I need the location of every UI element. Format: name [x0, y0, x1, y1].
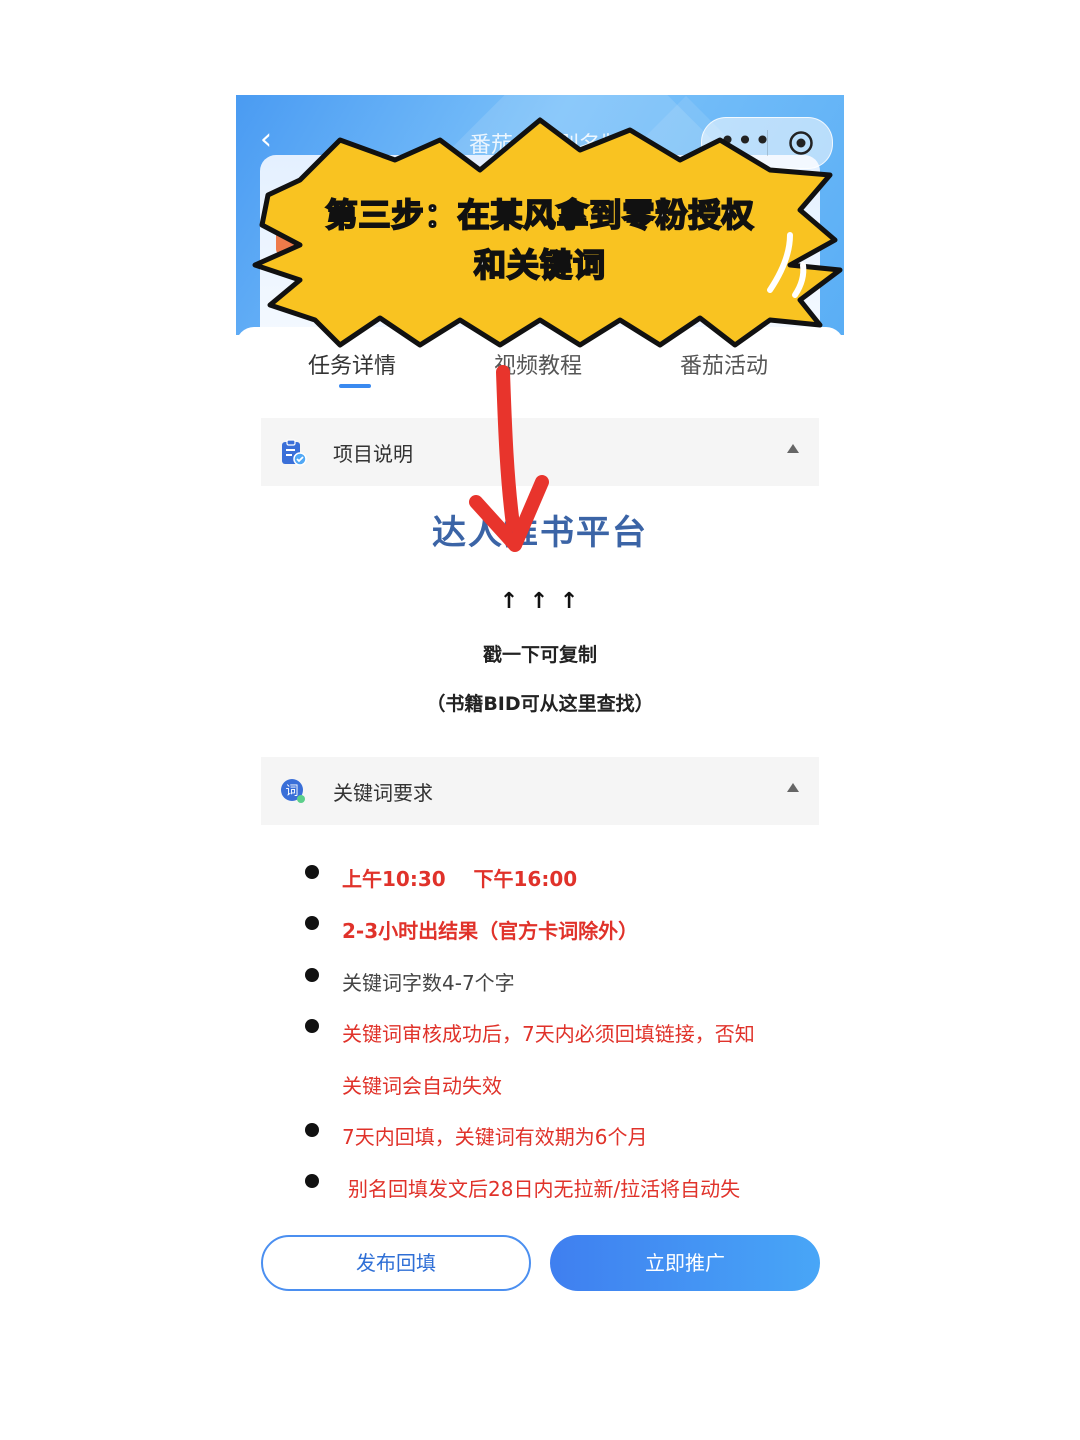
- mini-program-capsule: •••: [701, 117, 833, 169]
- section-keyword-requirements[interactable]: 词 关键词要求: [261, 757, 819, 825]
- back-icon[interactable]: ‹: [260, 125, 282, 155]
- tab-active-indicator: [339, 384, 371, 388]
- tab-tomato-activity[interactable]: 番茄活动: [680, 348, 768, 380]
- section-label: 关键词要求: [333, 781, 433, 805]
- collapse-caret-icon[interactable]: [787, 444, 799, 453]
- bullet: [305, 968, 319, 982]
- close-target-icon[interactable]: [788, 130, 814, 156]
- publish-backfill-button[interactable]: 发布回填: [261, 1235, 531, 1291]
- bullet: [305, 1123, 319, 1137]
- callout-line-1: 第三步：在某风拿到零粉授权: [324, 195, 755, 235]
- copy-tip: 戳一下可复制: [482, 644, 597, 666]
- section-label: 项目说明: [333, 442, 413, 466]
- up-arrows: ↑ ↑ ↑: [499, 589, 581, 614]
- clipboard-icon: [282, 439, 307, 466]
- tab-task-details[interactable]: 任务详情: [308, 348, 396, 380]
- keyword-req-alias: 别名回填发文后28日内无拉新/拉活将自动失: [348, 1177, 741, 1201]
- keyword-req-backfill: 关键词审核成功后，7天内必须回填链接，否知: [342, 1022, 755, 1046]
- collapse-caret-icon[interactable]: [787, 783, 799, 792]
- callout-line-2: 和关键词: [473, 245, 606, 285]
- section-project-description[interactable]: 项目说明: [261, 418, 819, 486]
- nav-title: 番茄小说别名版: [468, 133, 623, 158]
- keyword-req-time: 上午10:30 下午16:00: [342, 867, 578, 891]
- keyword-req-result: 2-3小时出结果（官方卡词除外）: [342, 919, 639, 943]
- promote-now-button[interactable]: 立即推广: [550, 1235, 820, 1291]
- more-icon[interactable]: •••: [718, 126, 773, 156]
- keyword-req-length: 关键词字数4-7个字: [342, 971, 515, 995]
- bullet: [305, 1174, 319, 1188]
- tab-video-tutorial[interactable]: 视频教程: [494, 348, 582, 380]
- platform-title[interactable]: 达人推书平台: [236, 505, 844, 554]
- bullet: [305, 1019, 319, 1033]
- bullet: [305, 865, 319, 879]
- keyword-req-validity: 7天内回填，关键词有效期为6个月: [342, 1125, 648, 1149]
- bid-tip: （书籍BID可从这里查找）: [426, 693, 654, 715]
- bullet: [305, 916, 319, 930]
- word-icon-label: 词: [285, 784, 298, 799]
- capsule-divider: [767, 130, 768, 156]
- keyword-req-backfill-cont: 关键词会自动失效: [342, 1074, 502, 1098]
- word-icon: 词: [281, 779, 305, 803]
